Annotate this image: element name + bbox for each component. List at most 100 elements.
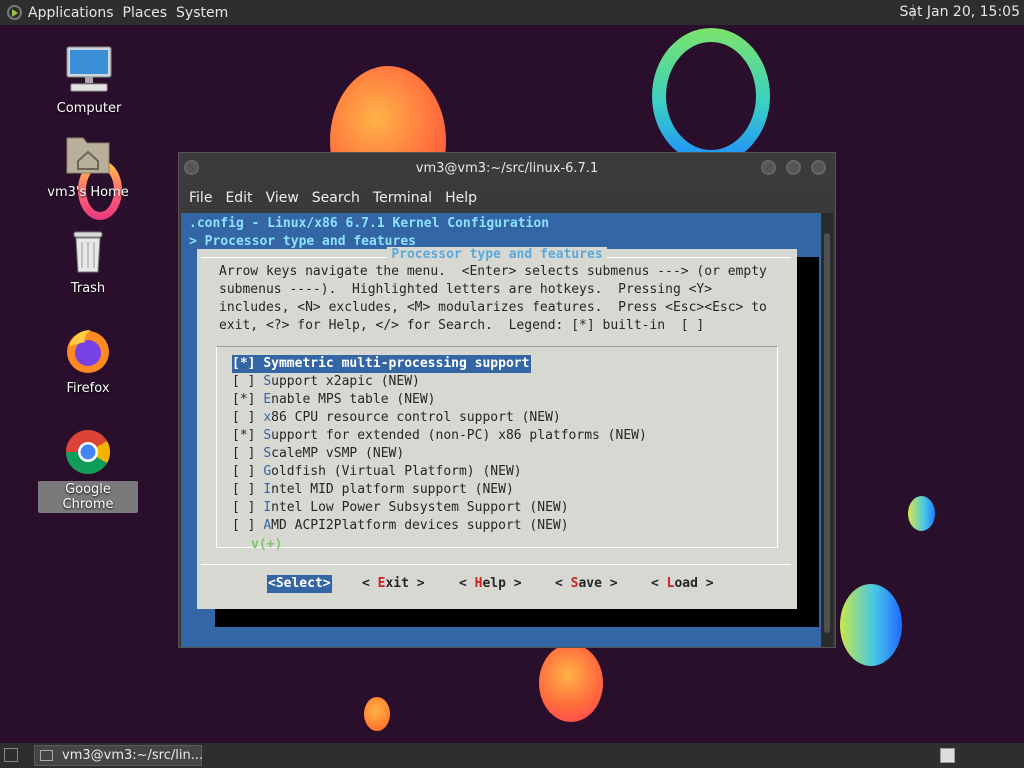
button-label: ave > xyxy=(578,576,618,591)
chrome-icon xyxy=(66,430,110,474)
desktop-icon-home[interactable]: vm3's Home xyxy=(38,128,138,201)
desktop-icon-label: Google Chrome xyxy=(38,481,138,513)
option-hotkey: x xyxy=(263,410,272,425)
config-option-row[interactable]: [ ] Intel Low Power Subsystem Support (N… xyxy=(232,499,569,517)
option-label: ntel MID platform support (NEW) xyxy=(271,482,514,497)
option-checkbox[interactable]: [ ] xyxy=(232,518,255,533)
close-icon[interactable] xyxy=(811,160,826,175)
bottom-taskbar: vm3@vm3:~/src/lin... xyxy=(0,743,1024,768)
option-checkbox[interactable]: [*] xyxy=(232,428,255,443)
wallpaper-green-ring xyxy=(652,28,770,164)
button-label: oad > xyxy=(674,576,714,591)
config-option-row[interactable]: [*] Symmetric multi-processing support xyxy=(232,355,532,373)
option-label: MD ACPI2Platform devices support (NEW) xyxy=(271,518,569,533)
clock[interactable]: Sat Jan 20, 15:05 xyxy=(900,4,1021,20)
taskbar-item-label: vm3@vm3:~/src/lin... xyxy=(62,748,204,763)
wallpaper-small-orange-blob xyxy=(364,697,390,731)
option-checkbox[interactable]: [*] xyxy=(232,392,255,407)
places-menu[interactable]: Places xyxy=(123,5,177,21)
config-header: .config - Linux/x86 6.7.1 Kernel Configu… xyxy=(189,216,550,231)
dialog-title: Processor type and features xyxy=(387,247,607,262)
button-bracket: < xyxy=(268,576,276,591)
button-bracket: < xyxy=(459,576,475,591)
option-label: upport for extended (non-PC) x86 platfor… xyxy=(271,428,647,443)
button-bracket: < xyxy=(651,576,667,591)
config-option-row[interactable]: [ ] Support x2apic (NEW) xyxy=(232,373,420,391)
button-label: elp > xyxy=(482,576,522,591)
desktop-icon-label: Computer xyxy=(56,101,122,116)
applications-menu[interactable]: Applications xyxy=(28,5,123,21)
button-label: elect> xyxy=(283,576,331,591)
workspace-switcher[interactable] xyxy=(940,748,955,763)
dialog-title-wrap: Processor type and features xyxy=(197,247,797,262)
config-option-row[interactable]: [*] Enable MPS table (NEW) xyxy=(232,391,436,409)
show-desktop-icon[interactable] xyxy=(4,748,18,762)
maximize-icon[interactable] xyxy=(786,160,801,175)
button-label: xit > xyxy=(385,576,425,591)
option-label: ymmetric multi-processing support xyxy=(271,356,530,371)
system-menu[interactable]: System xyxy=(176,5,237,21)
trash-icon xyxy=(73,231,103,273)
config-option-row[interactable]: [ ] x86 CPU resource control support (NE… xyxy=(232,409,561,427)
top-panel: Applications Places System Sat Jan 20, 1… xyxy=(0,0,1024,25)
option-checkbox[interactable]: [ ] xyxy=(232,446,255,461)
window-titlebar[interactable]: vm3@vm3:~/src/linux-6.7.1 xyxy=(179,153,835,185)
config-option-row[interactable]: [*] Support for extended (non-PC) x86 pl… xyxy=(232,427,647,445)
menu-view[interactable]: View xyxy=(256,190,299,206)
scrollbar-thumb[interactable] xyxy=(824,233,830,633)
desktop-icon-firefox[interactable]: Firefox xyxy=(38,326,138,397)
terminal-scrollbar[interactable] xyxy=(821,213,833,647)
option-checkbox[interactable]: [ ] xyxy=(232,410,255,425)
desktop-icon-chrome[interactable]: Google Chrome xyxy=(38,427,138,513)
terminal-window[interactable]: vm3@vm3:~/src/linux-6.7.1 File Edit View… xyxy=(178,152,836,648)
config-option-row[interactable]: [ ] Intel MID platform support (NEW) xyxy=(232,481,514,499)
save-button[interactable]: < Save > xyxy=(555,575,618,593)
help-text: Arrow keys navigate the menu. <Enter> se… xyxy=(219,264,767,333)
option-hotkey: I xyxy=(263,500,272,515)
exit-button[interactable]: < Exit > xyxy=(362,575,425,593)
terminal-content[interactable]: .config - Linux/x86 6.7.1 Kernel Configu… xyxy=(181,213,821,647)
terminal-menubar: File Edit View Search Terminal Help xyxy=(179,185,835,211)
option-checkbox[interactable]: [ ] xyxy=(232,500,255,515)
option-checkbox[interactable]: [ ] xyxy=(232,464,255,479)
computer-icon xyxy=(66,46,112,92)
button-hotkey: S xyxy=(275,576,284,591)
firefox-icon xyxy=(67,330,109,373)
menu-file[interactable]: File xyxy=(179,190,212,206)
window-menu-icon[interactable] xyxy=(184,160,199,175)
button-bracket: < xyxy=(362,576,378,591)
wallpaper-orange-blob-bottom xyxy=(539,644,603,722)
option-checkbox[interactable]: [*] xyxy=(232,356,255,371)
applications-logo-icon[interactable] xyxy=(7,5,22,20)
option-hotkey: G xyxy=(263,464,272,479)
menu-edit[interactable]: Edit xyxy=(215,190,252,206)
window-title: vm3@vm3:~/src/linux-6.7.1 xyxy=(415,161,599,176)
option-checkbox[interactable]: [ ] xyxy=(232,374,255,389)
menu-terminal[interactable]: Terminal xyxy=(363,190,432,206)
option-hotkey: I xyxy=(263,482,272,497)
terminal-icon xyxy=(40,750,53,761)
option-checkbox[interactable]: [ ] xyxy=(232,482,255,497)
menu-help[interactable]: Help xyxy=(435,190,477,206)
help-button[interactable]: < Help > xyxy=(459,575,522,593)
wallpaper-large-blue-blob xyxy=(840,584,902,666)
more-indicator[interactable]: v(+) xyxy=(251,537,282,552)
desktop-icon-label: Trash xyxy=(70,281,106,296)
option-hotkey: S xyxy=(263,374,272,389)
minimize-icon[interactable] xyxy=(761,160,776,175)
config-option-row[interactable]: [ ] ScaleMP vSMP (NEW) xyxy=(232,445,404,463)
select-button[interactable]: <Select> xyxy=(267,575,332,593)
button-separator xyxy=(201,564,791,565)
menu-search[interactable]: Search xyxy=(302,190,360,206)
option-hotkey: A xyxy=(263,518,272,533)
config-option-row[interactable]: [ ] AMD ACPI2Platform devices support (N… xyxy=(232,517,569,535)
option-hotkey: S xyxy=(263,446,272,461)
config-option-row[interactable]: [ ] Goldfish (Virtual Platform) (NEW) xyxy=(232,463,522,481)
home-folder-icon xyxy=(66,137,110,174)
load-button[interactable]: < Load > xyxy=(651,575,714,593)
desktop-icon-trash[interactable]: Trash xyxy=(38,228,138,297)
desktop-icon-computer[interactable]: Computer xyxy=(39,44,139,117)
button-bracket: < xyxy=(555,576,571,591)
wallpaper-small-blue-blob xyxy=(908,496,935,531)
taskbar-item-terminal[interactable]: vm3@vm3:~/src/lin... xyxy=(34,745,204,766)
